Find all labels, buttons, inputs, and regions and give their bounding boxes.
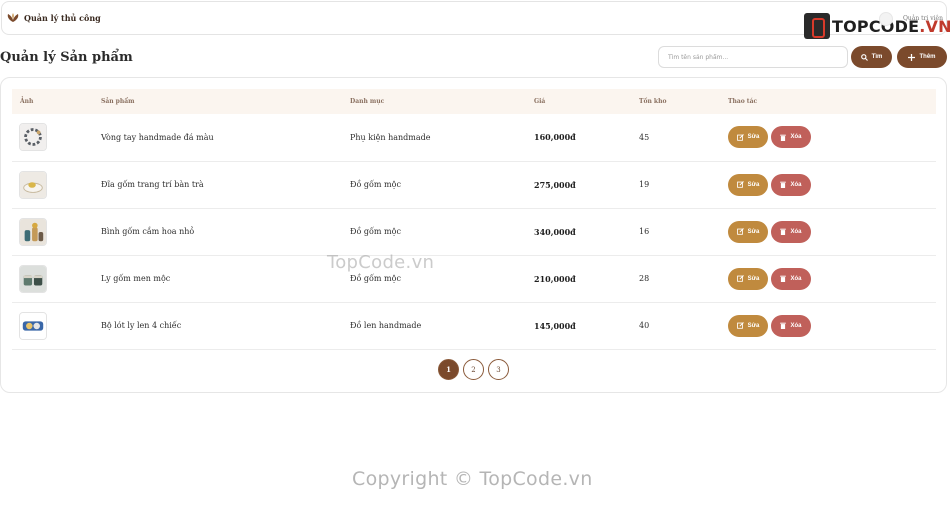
product-stock: 28 [639,274,650,283]
page-title: Quản lý Sản phẩm [0,50,133,65]
column-header-stock: Tồn kho [639,98,667,105]
column-header-actions: Thao tác [728,98,758,105]
product-category: Đồ gốm mộc [350,227,401,236]
add-button-label: Thêm [919,54,936,60]
edit-button[interactable]: Sửa [728,220,768,243]
user-name[interactable]: Quản trị viên [903,15,943,22]
ceramic-vase-image [19,217,47,246]
watermark-copyright: Copyright © TopCode.vn [352,468,593,490]
edit-icon [736,228,744,235]
bracelet-image [19,123,47,152]
edit-icon [736,133,744,141]
product-category: Đồ gốm mộc [350,180,401,189]
delete-button[interactable]: Xóa [771,173,811,196]
brand[interactable]: Quản lý thủ công [7,12,101,23]
page-button-1[interactable]: 1 [438,359,459,380]
edit-label: Sửa [747,181,760,188]
trash-icon [780,181,787,188]
user-avatar[interactable] [879,12,893,26]
product-stock: 19 [639,180,650,189]
trash-icon [780,322,787,329]
brand-title: Quản lý thủ công [24,12,101,23]
search-button-label: Tìm [871,54,883,60]
edit-button[interactable]: Sửa [728,267,768,290]
page-button-2[interactable]: 2 [463,359,484,380]
delete-label: Xóa [790,134,802,141]
table-header-row: Ảnh Sản phẩm Danh mục Giá Tồn kho Thao t… [12,89,936,114]
products-card: Ảnh Sản phẩm Danh mục Giá Tồn kho Thao t… [0,77,947,393]
product-category: Phụ kiện handmade [350,132,431,142]
edit-label: Sửa [747,275,760,282]
product-name: Ly gốm men mộc [101,274,171,283]
product-name: Đĩa gốm trang trí bàn trà [101,180,204,189]
column-header-category: Danh mục [350,98,385,105]
product-price: 340,000đ [534,226,576,237]
ceramic-cup-image [19,264,47,293]
watermark-middle: TopCode.vn [327,252,435,273]
page-button-3[interactable]: 3 [488,359,509,380]
product-name: Vòng tay handmade đá màu [101,132,214,142]
search-icon [860,53,868,61]
edit-icon [736,275,744,282]
handcraft-logo-icon [7,13,19,22]
product-price: 160,000đ [534,132,576,143]
edit-button[interactable]: Sửa [728,314,768,337]
product-stock: 40 [639,321,650,330]
table-row: Vòng tay handmade đá màu Phụ kiện handma… [12,114,936,161]
trash-icon [780,228,787,235]
edit-button[interactable]: Sửa [728,126,768,149]
table-row: Ly gốm men mộc Đồ gốm mộc 210,000đ 28 Sử… [12,255,936,302]
edit-label: Sửa [747,134,760,141]
product-name: Bình gốm cắm hoa nhỏ [101,227,195,236]
product-category: Đồ len handmade [350,321,422,330]
delete-label: Xóa [790,275,802,282]
delete-label: Xóa [790,228,802,235]
product-price: 145,000đ [534,320,576,331]
column-header-product: Sản phẩm [101,98,135,105]
trash-icon [780,134,787,141]
search-button[interactable]: Tìm [851,46,892,68]
delete-button[interactable]: Xóa [771,267,811,290]
wool-coaster-image [19,311,47,340]
pagination: 1 2 3 [438,359,513,380]
delete-button[interactable]: Xóa [771,126,811,149]
product-price: 210,000đ [534,273,576,284]
edit-icon [736,181,744,188]
product-stock: 16 [639,227,650,236]
topcode-logo-icon [804,13,830,39]
product-stock: 45 [639,132,650,142]
add-button[interactable]: Thêm [897,46,947,68]
column-header-price: Giá [534,98,546,105]
products-table: Ảnh Sản phẩm Danh mục Giá Tồn kho Thao t… [12,89,936,350]
delete-button[interactable]: Xóa [771,220,811,243]
delete-label: Xóa [790,322,802,329]
delete-label: Xóa [790,181,802,188]
table-row: Bộ lót ly len 4 chiếc Đồ len handmade 14… [12,302,936,349]
search-input[interactable] [658,46,848,68]
product-name: Bộ lót ly len 4 chiếc [101,321,182,330]
trash-icon [780,275,787,282]
column-header-image: Ảnh [20,98,34,105]
top-navbar: Quản lý thủ công TOPCODE.VN Quản trị viê… [1,1,950,39]
table-row: Đĩa gốm trang trí bàn trà Đồ gốm mộc 275… [12,161,936,208]
edit-label: Sửa [747,228,760,235]
edit-label: Sửa [747,322,760,329]
product-price: 275,000đ [534,179,576,190]
delete-button[interactable]: Xóa [771,314,811,337]
edit-button[interactable]: Sửa [728,173,768,196]
table-row: Bình gốm cắm hoa nhỏ Đồ gốm mộc 340,000đ… [12,208,936,255]
ceramic-plate-image [19,170,47,199]
edit-icon [736,322,744,329]
plus-icon [908,53,916,61]
